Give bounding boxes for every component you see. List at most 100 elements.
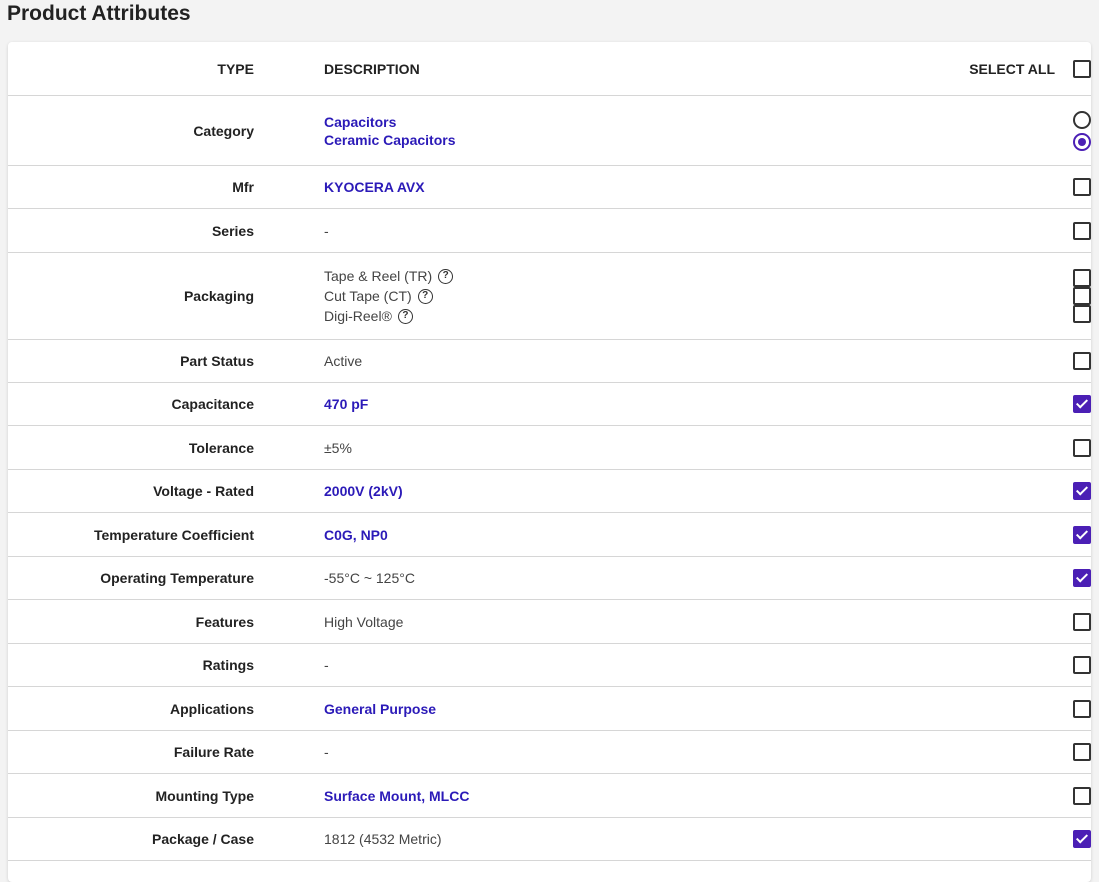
attribute-description: - <box>324 208 891 253</box>
attribute-checkbox-mounting-type[interactable] <box>1073 786 1091 805</box>
table-row: Features High Voltage <box>8 599 1091 644</box>
attribute-value-link[interactable]: 2000V (2kV) <box>324 482 891 500</box>
packaging-checkbox[interactable] <box>1073 305 1091 323</box>
attribute-value-link[interactable]: KYOCERA AVX <box>324 178 891 196</box>
attribute-type-category: Category <box>8 95 254 166</box>
attribute-description: Active <box>324 339 891 383</box>
packaging-option-label: Cut Tape (CT) <box>324 288 412 304</box>
attribute-description: Capacitors Ceramic Capacitors <box>324 95 891 166</box>
attribute-value: Active <box>324 353 363 369</box>
attribute-checkbox-ratings[interactable] <box>1073 656 1091 675</box>
attribute-description: KYOCERA AVX <box>324 165 891 209</box>
attribute-type-operating-temperature: Operating Temperature <box>8 556 254 600</box>
attribute-description: General Purpose <box>324 686 891 731</box>
attribute-type-temperature-coefficient: Temperature Coefficient <box>8 512 254 557</box>
attribute-checkbox-capacitance[interactable] <box>1073 395 1091 414</box>
attributes-table: TYPE DESCRIPTION SELECT ALL Category Capa… <box>8 42 1091 861</box>
attribute-checkbox-part-status[interactable] <box>1073 352 1091 371</box>
table-row: Ratings - <box>8 643 1091 687</box>
attribute-checkbox-mfr[interactable] <box>1073 178 1091 197</box>
attribute-checkbox-tolerance[interactable] <box>1073 438 1091 457</box>
attribute-description: - <box>324 730 891 774</box>
select-all-checkbox[interactable] <box>1073 59 1091 78</box>
attribute-type-part-status: Part Status <box>8 339 254 383</box>
attribute-type-applications: Applications <box>8 686 254 731</box>
attribute-description: 470 pF <box>324 382 891 426</box>
table-row: Applications General Purpose <box>8 686 1091 731</box>
attribute-checkbox-failure-rate[interactable] <box>1073 743 1091 762</box>
attribute-type-ratings: Ratings <box>8 643 254 687</box>
question-circle-icon[interactable]: ? <box>417 288 433 304</box>
category-radio[interactable] <box>1073 132 1091 151</box>
table-header-row: TYPE DESCRIPTION SELECT ALL <box>8 42 1091 96</box>
packaging-option-label: Digi-Reel® <box>324 308 392 324</box>
table-row: Operating Temperature -55°C ~ 125°C <box>8 556 1091 600</box>
attribute-type-series: Series <box>8 208 254 253</box>
table-row: Part Status Active <box>8 339 1091 383</box>
attribute-description: Surface Mount, MLCC <box>324 773 891 818</box>
attribute-value: 1812 (4532 Metric) <box>324 831 442 847</box>
attributes-table-body: Category Capacitors Ceramic Capacitors Mfr K… <box>8 95 1091 861</box>
attribute-value-link[interactable]: C0G, NP0 <box>324 526 891 544</box>
attribute-checkbox-series[interactable] <box>1073 221 1091 240</box>
attribute-checkbox-features[interactable] <box>1073 612 1091 631</box>
attribute-checkbox-operating-temperature[interactable] <box>1073 569 1091 588</box>
attribute-value: -55°C ~ 125°C <box>324 570 415 586</box>
attribute-type-packaging: Packaging <box>8 252 254 340</box>
attribute-checkbox-package-case[interactable] <box>1073 830 1091 849</box>
attribute-type-features: Features <box>8 599 254 644</box>
attribute-description: 1812 (4532 Metric) <box>324 817 891 861</box>
attribute-description: ±5% <box>324 425 891 470</box>
table-row: Tolerance ±5% <box>8 425 1091 470</box>
table-row: Package / Case 1812 (4532 Metric) <box>8 817 1091 861</box>
packaging-option: Tape & Reel (TR)? <box>324 266 891 286</box>
table-row: Failure Rate - <box>8 730 1091 774</box>
attribute-type-package-case: Package / Case <box>8 817 254 861</box>
attribute-checkbox-voltage-rated[interactable] <box>1073 482 1091 501</box>
table-row: Mounting Type Surface Mount, MLCC <box>8 773 1091 818</box>
question-circle-icon[interactable]: ? <box>397 308 413 324</box>
table-row: Packaging Tape & Reel (TR)? Cut Tape (CT)?… <box>8 252 1091 340</box>
attribute-type-capacitance: Capacitance <box>8 382 254 426</box>
attribute-value-link[interactable]: Ceramic Capacitors <box>324 131 891 149</box>
attribute-checkbox-applications[interactable] <box>1073 699 1091 718</box>
attribute-value-link[interactable]: 470 pF <box>324 395 891 413</box>
packaging-option-label: Tape & Reel (TR) <box>324 268 433 284</box>
type-column-header: TYPE <box>8 42 254 96</box>
attribute-type-mounting-type: Mounting Type <box>8 773 254 818</box>
attribute-description: C0G, NP0 <box>324 512 891 557</box>
product-attributes-card: TYPE DESCRIPTION SELECT ALL Category Capa… <box>8 42 1091 882</box>
attribute-value: ±5% <box>324 439 352 456</box>
description-column-header: DESCRIPTION <box>324 42 891 96</box>
attribute-value: High Voltage <box>324 613 404 630</box>
packaging-option: Cut Tape (CT)? <box>324 286 891 306</box>
attribute-description: 2000V (2kV) <box>324 469 891 513</box>
attribute-value-link[interactable]: Capacitors <box>324 113 891 131</box>
table-row: Mfr KYOCERA AVX <box>8 165 1091 209</box>
page-title: Product Attributes <box>7 2 191 25</box>
attribute-value-link[interactable]: Surface Mount, MLCC <box>324 787 891 805</box>
attribute-value: - <box>324 744 329 760</box>
attribute-value-link[interactable]: General Purpose <box>324 700 891 718</box>
attribute-description: - <box>324 643 891 687</box>
category-radio[interactable] <box>1073 110 1091 129</box>
table-row: Voltage - Rated 2000V (2kV) <box>8 469 1091 513</box>
select-all-label: SELECT ALL <box>969 60 1055 77</box>
select-all-header: SELECT ALL <box>891 42 1091 96</box>
attribute-description: Tape & Reel (TR)? Cut Tape (CT)? Digi-Reel… <box>324 252 891 340</box>
attribute-value: - <box>324 222 329 239</box>
attribute-value: - <box>324 657 329 673</box>
table-row: Capacitance 470 pF <box>8 382 1091 426</box>
attribute-type-failure-rate: Failure Rate <box>8 730 254 774</box>
attribute-type-mfr: Mfr <box>8 165 254 209</box>
table-row: Series - <box>8 208 1091 253</box>
table-row: Temperature Coefficient C0G, NP0 <box>8 512 1091 557</box>
table-row: Category Capacitors Ceramic Capacitors <box>8 95 1091 166</box>
attribute-description: High Voltage <box>324 599 891 644</box>
packaging-checkbox[interactable] <box>1073 287 1091 305</box>
packaging-checkbox[interactable] <box>1073 269 1091 287</box>
attribute-type-tolerance: Tolerance <box>8 425 254 470</box>
attribute-type-voltage-rated: Voltage - Rated <box>8 469 254 513</box>
question-circle-icon[interactable]: ? <box>438 268 454 284</box>
attribute-checkbox-temperature-coefficient[interactable] <box>1073 525 1091 544</box>
